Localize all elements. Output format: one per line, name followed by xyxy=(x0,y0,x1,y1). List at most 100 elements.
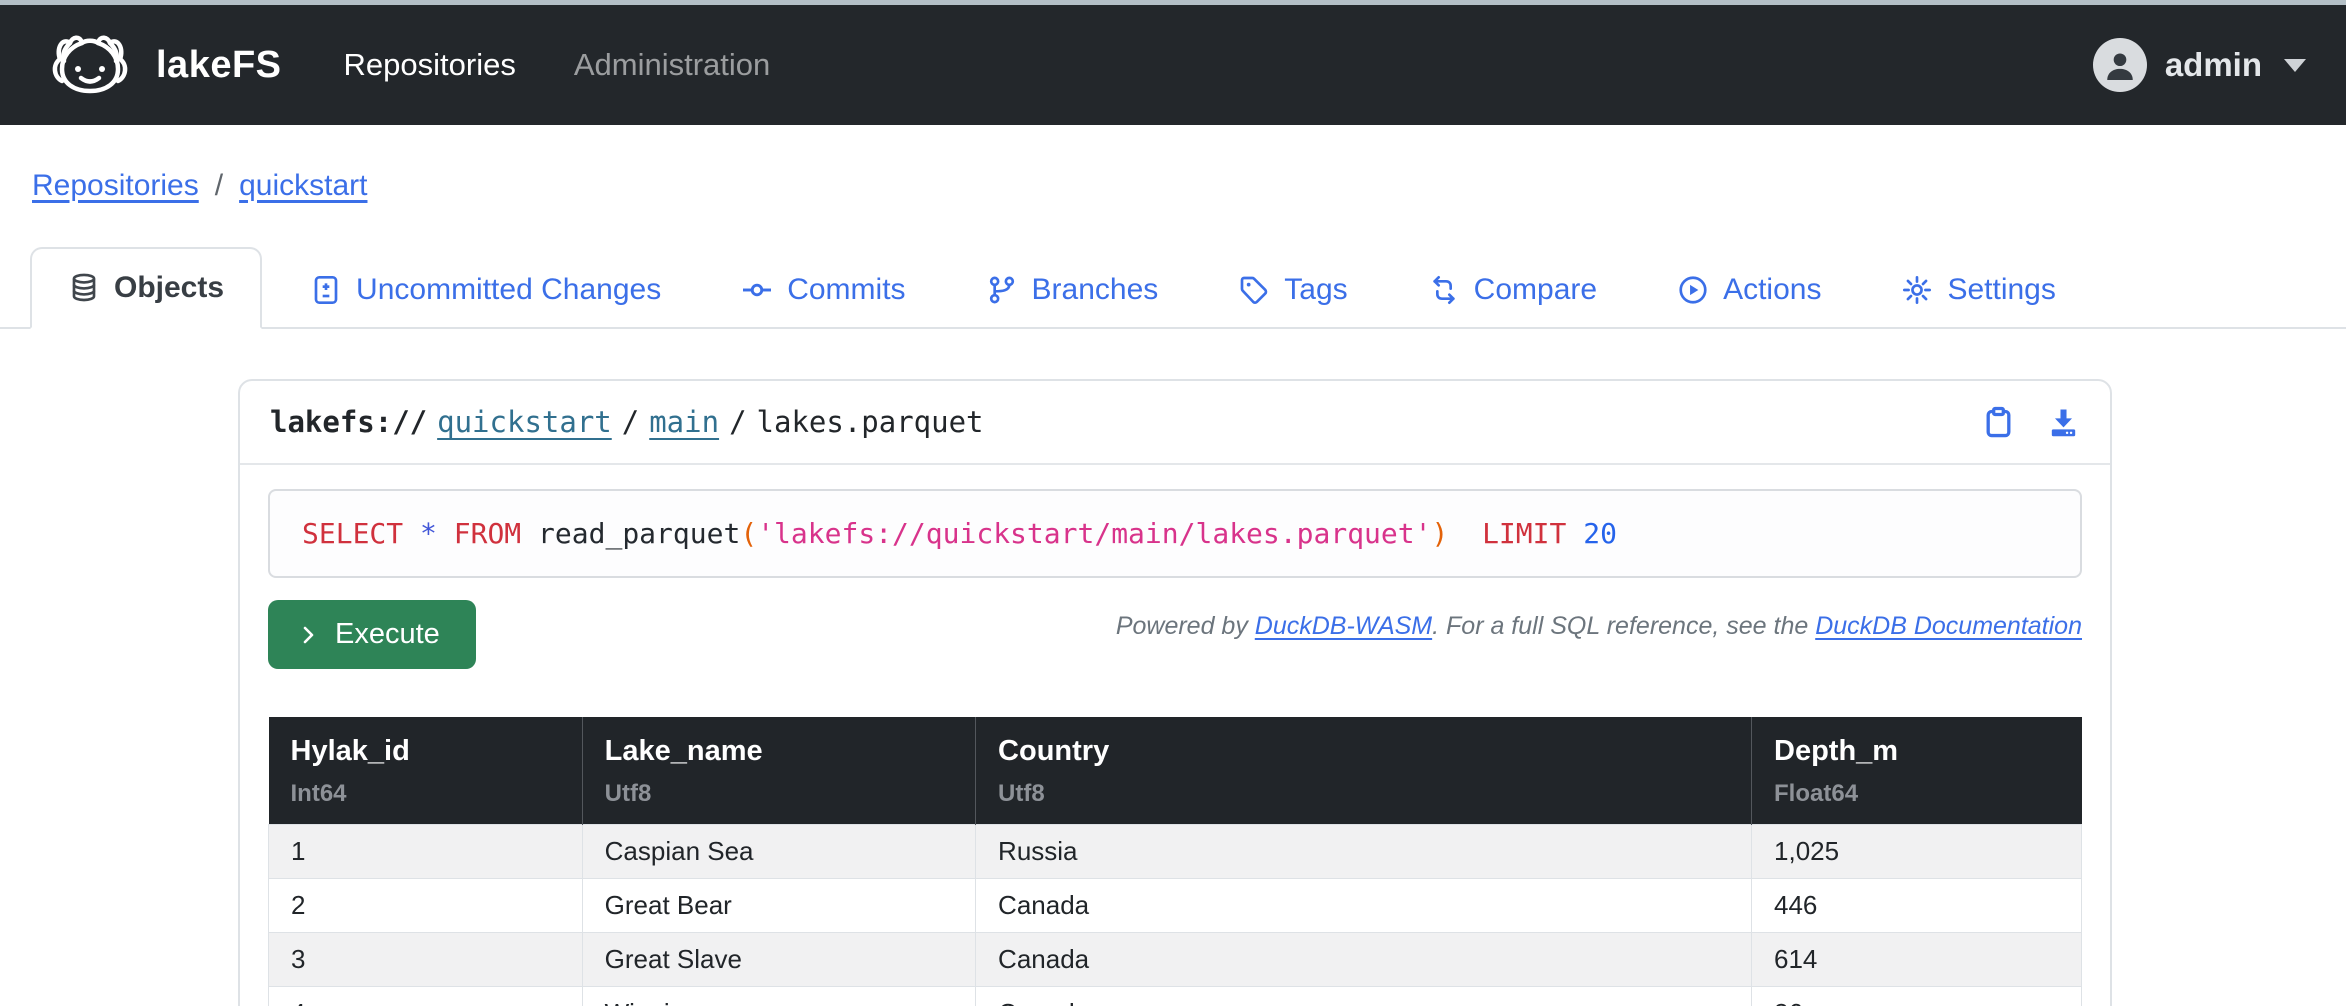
tab-actions[interactable]: Actions xyxy=(1645,253,1853,327)
file-diff-icon xyxy=(310,274,342,306)
tab-branches[interactable]: Branches xyxy=(954,253,1191,327)
table-cell: 4 xyxy=(269,987,583,1006)
object-viewer-card: lakefs:// quickstart / main / lakes.parquet xyxy=(238,379,2112,1006)
powered-by-text: . For a full SQL reference, see the xyxy=(1432,612,1815,640)
column-header-hylak-id: Hylak_id Int64 xyxy=(269,717,583,825)
table-row: 3 Great Slave Canada 614 xyxy=(269,933,2082,987)
sql-token: * xyxy=(420,517,437,550)
table-cell: 446 xyxy=(1752,879,2082,933)
table-cell: 3 xyxy=(269,933,583,987)
object-path: lakefs:// quickstart / main / lakes.parquet xyxy=(270,405,984,439)
sql-token: SELECT xyxy=(302,517,403,550)
path-file-name: lakes.parquet xyxy=(757,405,984,439)
clipboard-copy-icon xyxy=(1982,406,2015,439)
database-icon xyxy=(68,272,100,304)
chevron-right-icon xyxy=(296,623,320,647)
axolotl-logo-icon xyxy=(40,27,140,103)
table-row: 1 Caspian Sea Russia 1,025 xyxy=(269,825,2082,879)
avatar-person-icon xyxy=(2102,47,2138,83)
sql-token: ( xyxy=(740,517,757,550)
compare-arrows-icon xyxy=(1428,274,1460,306)
copy-path-button[interactable] xyxy=(1982,406,2015,439)
column-name: Depth_m xyxy=(1774,735,2059,768)
nav-link-administration[interactable]: Administration xyxy=(574,47,770,83)
results-table: Hylak_id Int64 Lake_name Utf8 Country Ut… xyxy=(268,717,2082,1006)
duckdb-wasm-link[interactable]: DuckDB-WASM xyxy=(1255,612,1432,640)
download-icon xyxy=(2047,406,2080,439)
duckdb-docs-link[interactable]: DuckDB Documentation xyxy=(1815,612,2082,640)
sql-token xyxy=(1448,517,1482,550)
breadcrumb-separator: / xyxy=(215,169,223,203)
column-name: Lake_name xyxy=(605,735,953,768)
table-row: 2 Great Bear Canada 446 xyxy=(269,879,2082,933)
sql-token: 20 xyxy=(1583,517,1617,550)
tab-label: Commits xyxy=(787,273,905,307)
path-branch-link[interactable]: main xyxy=(649,405,719,439)
table-cell: 2 xyxy=(269,879,583,933)
execute-button[interactable]: Execute xyxy=(268,600,476,669)
column-name: Hylak_id xyxy=(291,735,560,768)
sql-editor[interactable]: SELECT * FROM read_parquet('lakefs://qui… xyxy=(268,489,2082,578)
play-circle-icon xyxy=(1677,274,1709,306)
sql-token xyxy=(1566,517,1583,550)
execute-label: Execute xyxy=(335,618,440,651)
brand-home-link[interactable]: lakeFS xyxy=(40,27,282,103)
tab-settings[interactable]: Settings xyxy=(1869,253,2087,327)
tab-objects[interactable]: Objects xyxy=(30,247,262,329)
table-cell: Great Slave xyxy=(582,933,975,987)
tab-label: Uncommitted Changes xyxy=(356,273,661,307)
path-repo-link[interactable]: quickstart xyxy=(437,405,612,439)
table-cell: 36 xyxy=(1752,987,2082,1006)
path-separator: / xyxy=(729,405,746,439)
sql-token xyxy=(437,517,454,550)
table-cell: Canada xyxy=(976,987,1752,1006)
tab-label: Objects xyxy=(114,271,224,305)
caret-down-icon xyxy=(2284,59,2306,72)
tab-label: Tags xyxy=(1284,273,1347,307)
tab-tags[interactable]: Tags xyxy=(1206,253,1379,327)
sql-token: ) xyxy=(1431,517,1448,550)
nav-link-repositories[interactable]: Repositories xyxy=(344,47,516,83)
table-row: 4 Winnipeg Canada 36 xyxy=(269,987,2082,1006)
download-object-button[interactable] xyxy=(2047,406,2080,439)
tab-label: Branches xyxy=(1032,273,1159,307)
avatar xyxy=(2093,38,2147,92)
path-separator: / xyxy=(622,405,639,439)
column-header-country: Country Utf8 xyxy=(976,717,1752,825)
tag-icon xyxy=(1238,274,1270,306)
tab-label: Settings xyxy=(1947,273,2055,307)
powered-by-text: Powered by xyxy=(1116,612,1255,640)
column-type: Utf8 xyxy=(998,780,1729,808)
query-controls: Execute Powered by DuckDB-WASM. For a fu… xyxy=(268,600,2082,669)
breadcrumb-link-repositories[interactable]: Repositories xyxy=(32,169,199,203)
sql-token: read_parquet xyxy=(521,517,740,550)
tab-label: Actions xyxy=(1723,273,1821,307)
table-cell: Caspian Sea xyxy=(582,825,975,879)
sql-token: 'lakefs://quickstart/main/lakes.parquet' xyxy=(757,517,1431,550)
sql-token: LIMIT xyxy=(1482,517,1566,550)
sql-token: FROM xyxy=(454,517,521,550)
table-cell: Canada xyxy=(976,879,1752,933)
tab-commits[interactable]: Commits xyxy=(709,253,937,327)
tab-uncommitted-changes[interactable]: Uncommitted Changes xyxy=(278,253,693,327)
table-cell: Russia xyxy=(976,825,1752,879)
username: admin xyxy=(2165,46,2262,84)
object-path-header: lakefs:// quickstart / main / lakes.parquet xyxy=(240,381,2110,465)
breadcrumb: Repositories / quickstart xyxy=(32,169,2346,203)
sql-token xyxy=(403,517,420,550)
path-scheme: lakefs:// xyxy=(270,405,427,439)
table-cell: 1,025 xyxy=(1752,825,2082,879)
column-type: Float64 xyxy=(1774,780,2059,808)
table-cell: Great Bear xyxy=(582,879,975,933)
duckdb-panel: SELECT * FROM read_parquet('lakefs://qui… xyxy=(240,465,2110,1006)
table-cell: 614 xyxy=(1752,933,2082,987)
nav-links: Repositories Administration xyxy=(344,47,771,83)
powered-by-note: Powered by DuckDB-WASM. For a full SQL r… xyxy=(1116,612,2082,641)
tab-compare[interactable]: Compare xyxy=(1396,253,1629,327)
breadcrumb-link-quickstart[interactable]: quickstart xyxy=(239,169,367,203)
git-branch-icon xyxy=(986,274,1018,306)
table-cell: Winnipeg xyxy=(582,987,975,1006)
navbar: lakeFS Repositories Administration admin xyxy=(0,5,2346,125)
user-menu-dropdown[interactable]: admin xyxy=(2093,38,2306,92)
repository-tabs: Objects Uncommitted Changes Commits Bran… xyxy=(0,247,2346,329)
